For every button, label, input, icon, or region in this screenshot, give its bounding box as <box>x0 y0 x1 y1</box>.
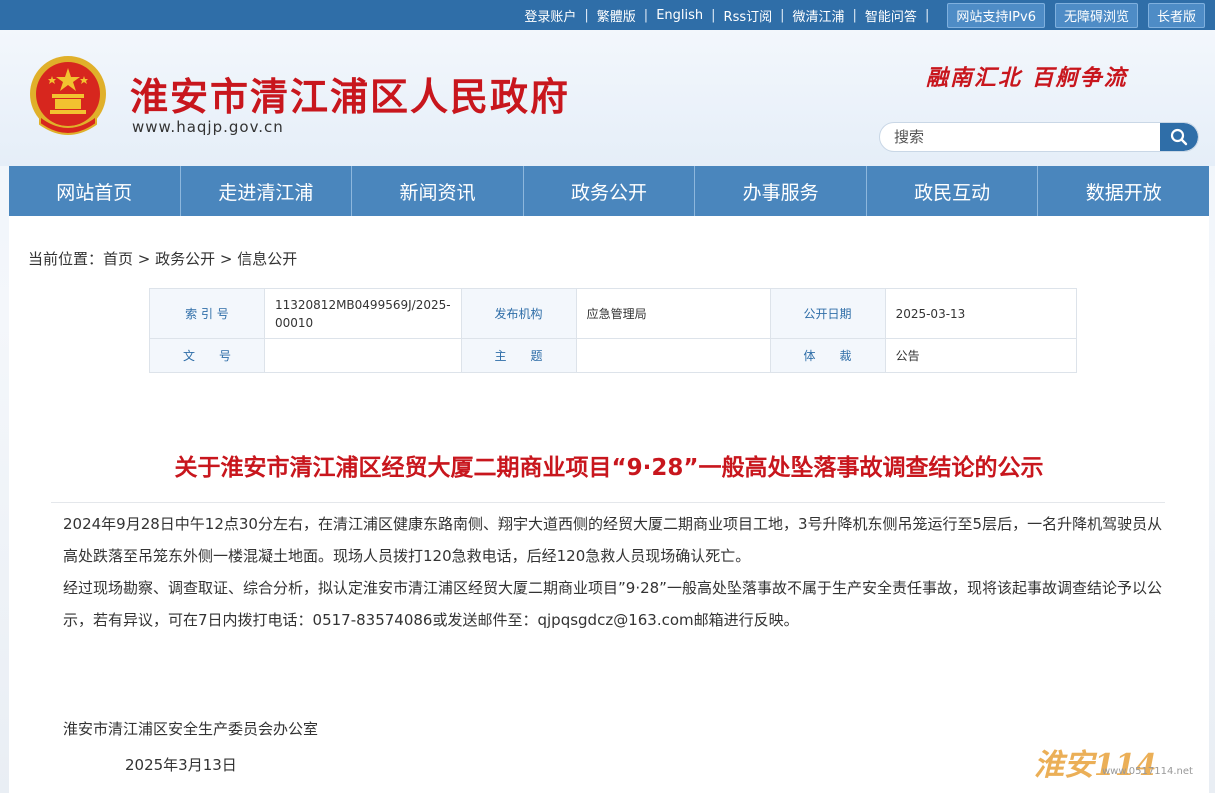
nav-interaction[interactable]: 政民互动 <box>867 166 1039 216</box>
nav-services[interactable]: 办事服务 <box>695 166 867 216</box>
top-utility-bar: 登录账户 | 繁體版 | English | Rss订阅 | 微清江浦 | 智能… <box>0 0 1215 30</box>
breadcrumb: 当前位置：首页 > 政务公开 > 信息公开 <box>28 248 297 269</box>
separator: | <box>924 7 930 23</box>
article-paragraph: 经过现场勘察、调查取证、综合分析，拟认定淮安市清江浦区经贸大厦二期商业项目”9·… <box>63 579 1162 629</box>
date-label: 公开日期 <box>769 288 886 339</box>
login-link[interactable]: 登录账户 <box>524 6 576 25</box>
signer-org: 淮安市清江浦区安全生产委员会办公室 <box>63 720 319 738</box>
main-content: 当前位置：首页 > 政务公开 > 信息公开 索 引 号 11320812MB04… <box>9 216 1209 793</box>
separator: | <box>852 7 857 23</box>
wechat-link[interactable]: 微清江浦 <box>793 6 845 25</box>
nav-open-data[interactable]: 数据开放 <box>1038 166 1209 216</box>
breadcrumb-gov-affairs[interactable]: 政务公开 <box>155 250 215 268</box>
separator: | <box>643 7 649 23</box>
breadcrumb-info-open[interactable]: 信息公开 <box>237 250 297 268</box>
search-input[interactable] <box>880 123 1162 151</box>
watermark-logo: 淮安114 www.0517114.net <box>1030 740 1200 788</box>
english-link[interactable]: English <box>656 8 703 23</box>
site-header: 淮安市清江浦区人民政府 www.haqjp.gov.cn 融南汇北 百舸争流 <box>0 30 1215 166</box>
article-body: 2024年9月28日中午12点30分左右，在清江浦区健康东路南侧、翔宇大道西侧的… <box>63 508 1163 636</box>
search-button[interactable] <box>1160 123 1198 151</box>
topic-value <box>575 338 771 373</box>
site-title[interactable]: 淮安市清江浦区人民政府 <box>130 66 570 121</box>
date-value: 2025-03-13 <box>884 288 1078 339</box>
search-icon <box>1170 128 1188 146</box>
index-value: 11320812MB0499569J/2025-00010 <box>264 288 462 339</box>
topic-label: 主 题 <box>460 338 577 373</box>
breadcrumb-sep: > <box>133 250 156 268</box>
genre-label: 体 裁 <box>769 338 886 373</box>
docno-label: 文 号 <box>149 338 265 373</box>
slogan-calligraphy: 融南汇北 百舸争流 <box>926 65 1128 91</box>
document-meta-table: 索 引 号 11320812MB0499569J/2025-00010 发布机构… <box>149 288 1078 373</box>
article-title: 关于淮安市清江浦区经贸大厦二期商业项目“9·28”一般高处坠落事故调查结论的公示 <box>174 455 1044 481</box>
main-nav: 网站首页 走进清江浦 新闻资讯 政务公开 办事服务 政民互动 数据开放 <box>9 166 1209 216</box>
watermark-url: www.0517114.net <box>1102 766 1193 777</box>
nav-government-affairs[interactable]: 政务公开 <box>524 166 696 216</box>
site-url: www.haqjp.gov.cn <box>132 118 284 136</box>
traditional-chinese-link[interactable]: 繁體版 <box>597 6 636 25</box>
nav-news[interactable]: 新闻资讯 <box>352 166 524 216</box>
ipv6-badge[interactable]: 网站支持IPv6 <box>947 2 1045 28</box>
org-label: 发布机构 <box>460 288 577 339</box>
index-label: 索 引 号 <box>149 288 265 339</box>
breadcrumb-sep: > <box>215 250 238 268</box>
nav-about-qingjiangpu[interactable]: 走进清江浦 <box>181 166 353 216</box>
article-paragraph: 2024年9月28日中午12点30分左右，在清江浦区健康东路南侧、翔宇大道西侧的… <box>63 515 1163 565</box>
national-emblem-icon <box>30 56 106 135</box>
rss-link[interactable]: Rss订阅 <box>724 6 773 25</box>
search-box <box>879 122 1199 152</box>
separator: | <box>780 7 785 23</box>
elder-version-button[interactable]: 长者版 <box>1147 2 1205 28</box>
org-value: 应急管理局 <box>575 288 771 339</box>
breadcrumb-home[interactable]: 首页 <box>103 250 133 268</box>
genre-value: 公告 <box>884 338 1078 373</box>
separator: | <box>711 7 716 23</box>
breadcrumb-prefix: 当前位置： <box>28 250 104 268</box>
smart-qa-link[interactable]: 智能问答 <box>865 6 917 25</box>
accessible-browse-button[interactable]: 无障碍浏览 <box>1054 2 1138 28</box>
separator: | <box>584 7 589 23</box>
title-divider <box>51 502 1165 503</box>
nav-home[interactable]: 网站首页 <box>9 166 181 216</box>
watermark-text: 淮安114 <box>1034 748 1157 783</box>
docno-value <box>264 338 462 373</box>
sign-date: 2025年3月13日 <box>125 756 237 774</box>
